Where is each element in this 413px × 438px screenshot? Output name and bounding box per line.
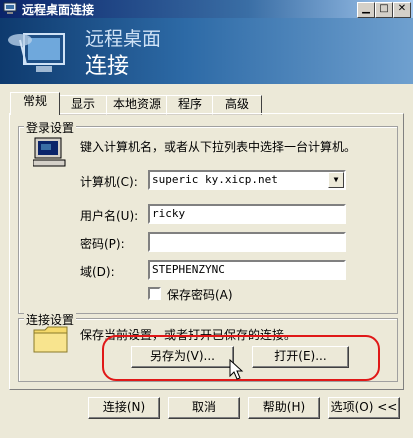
login-instruction: 键入计算机名，或者从下拉列表中选择一台计算机。 — [80, 140, 357, 154]
password-field[interactable] — [148, 232, 346, 252]
window-title: 远程桌面连接 — [22, 3, 95, 17]
banner-line2: 连接 — [85, 54, 130, 79]
close-button[interactable]: ✕ — [393, 2, 411, 18]
computer-icon — [33, 137, 66, 167]
tab-local-resources[interactable]: 本地资源 — [106, 95, 168, 115]
remote-desktop-banner-icon — [8, 33, 65, 72]
dropdown-button[interactable]: ▼ — [328, 172, 344, 188]
tab-general[interactable]: 常规 — [10, 92, 60, 115]
options-button[interactable]: 选项(O) << — [328, 397, 400, 419]
minimize-button[interactable]: ▁ — [357, 2, 375, 18]
tab-display[interactable]: 显示 — [58, 95, 108, 115]
folder-icon — [33, 326, 68, 353]
tab-programs[interactable]: 程序 — [166, 95, 214, 115]
chevron-down-icon: ▼ — [333, 175, 339, 184]
computer-label: 计算机(C): — [80, 175, 138, 189]
username-field[interactable]: ricky — [148, 204, 346, 224]
maximize-button[interactable]: □ — [375, 2, 393, 18]
cancel-button[interactable]: 取消 — [168, 397, 240, 419]
banner-line1: 远程桌面 — [85, 28, 162, 50]
help-button[interactable]: 帮助(H) — [248, 397, 320, 419]
connect-button[interactable]: 连接(N) — [88, 397, 160, 419]
title-bar[interactable]: 远程桌面连接 ▁ □ ✕ — [0, 0, 413, 18]
mouse-cursor-icon — [229, 359, 244, 380]
domain-field[interactable]: STEPHENZYNC — [148, 260, 346, 280]
login-settings-title: 登录设置 — [24, 119, 77, 136]
save-password-label: 保存密码(A) — [167, 288, 233, 302]
domain-label: 域(D): — [80, 265, 115, 279]
computer-input[interactable]: superic ky.xicp.net — [152, 173, 278, 186]
username-label: 用户名(U): — [80, 209, 139, 223]
close-icon: ✕ — [397, 3, 407, 14]
maximize-icon: □ — [379, 3, 389, 14]
password-label: 密码(P): — [80, 237, 125, 251]
banner: 远程桌面 连接 — [0, 18, 413, 84]
tab-advanced[interactable]: 高级 — [212, 95, 262, 115]
remote-desktop-icon — [3, 2, 17, 14]
computer-combobox[interactable]: superic ky.xicp.net ▼ — [148, 170, 346, 190]
save-password-checkbox[interactable] — [148, 287, 161, 300]
minimize-icon: ▁ — [362, 3, 370, 14]
